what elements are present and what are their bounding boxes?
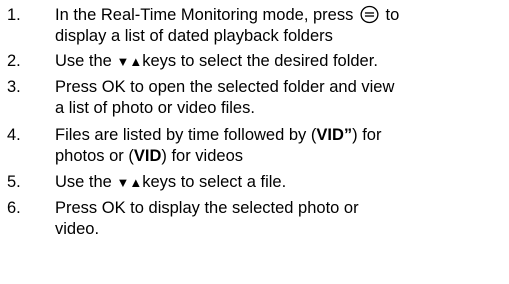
step-text: Press OK to display the selected photo o… <box>55 199 359 238</box>
step-number: 3. <box>7 78 21 96</box>
step-text: Use the ▼▲keys to select a file. <box>55 173 287 191</box>
menu-button-icon <box>360 5 379 24</box>
up-down-arrow-keys-icon: ▼▲ <box>116 54 143 69</box>
step-number: 2. <box>7 52 21 70</box>
step-text: Press OK to open the selected folder and… <box>55 78 395 117</box>
step-number: 1. <box>7 6 21 24</box>
step-text: In the Real-Time Monitoring mode, press … <box>55 5 400 45</box>
step-number: 4. <box>7 126 21 144</box>
up-down-arrow-keys-icon: ▼▲ <box>116 175 143 190</box>
step-text: Files are listed by time followed by (VI… <box>55 126 382 165</box>
step-number: 5. <box>7 173 21 191</box>
step-text: Use the ▼▲keys to select the desired fol… <box>55 52 378 70</box>
step-number: 6. <box>7 199 21 217</box>
